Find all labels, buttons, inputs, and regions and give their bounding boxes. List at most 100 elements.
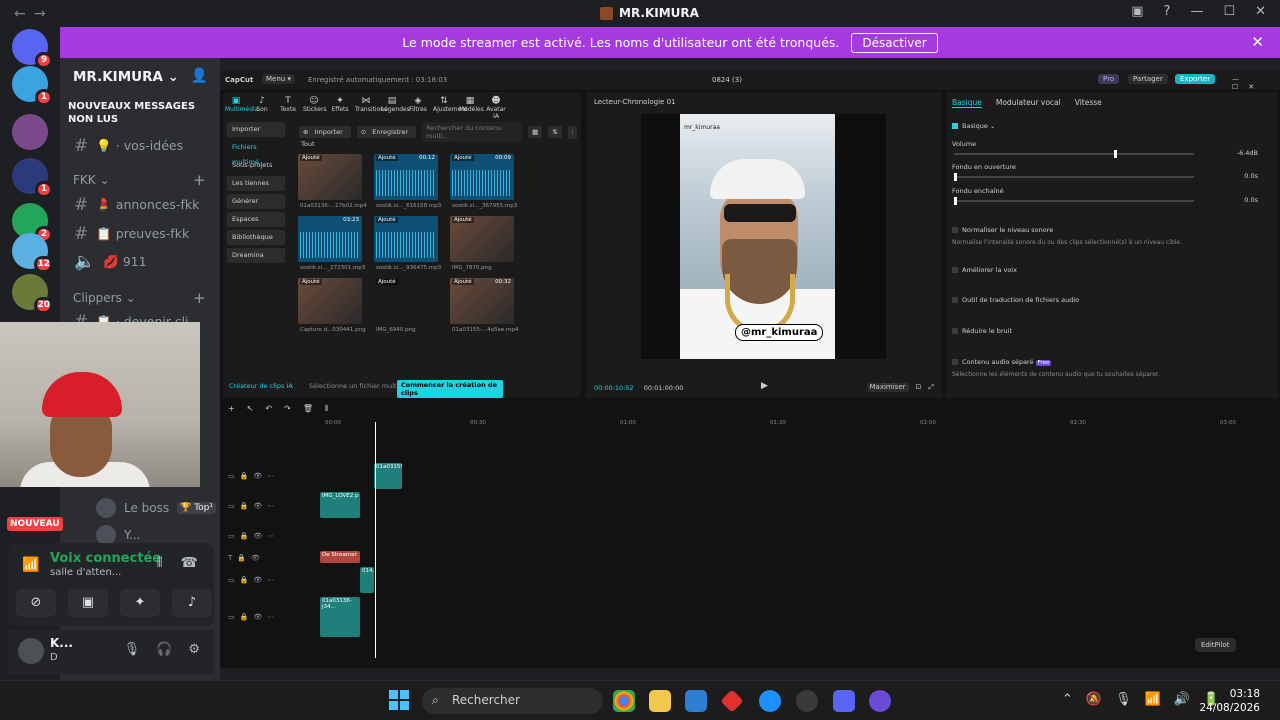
discord-icon[interactable] [833,690,855,712]
media-item[interactable]: Ajouté [298,154,362,200]
nav-media-files[interactable]: Fichiers multimé... [227,140,285,166]
nav-import[interactable]: Importer [227,122,285,137]
gear-icon[interactable]: ⚙ [188,642,200,657]
microphone-icon[interactable]: 🎙 [1115,692,1132,707]
normalize-option[interactable]: Normaliser le niveau sonore [952,226,1053,234]
forward-button[interactable]: → [34,6,54,22]
timeline-clip[interactable]: 01a03136-j34... [320,597,360,637]
checkbox[interactable] [952,359,958,365]
media-item[interactable]: Ajouté [450,216,514,262]
media-item[interactable]: Ajouté [374,216,438,262]
close-button[interactable]: ✕ [1255,4,1266,19]
fade-out-slider[interactable] [954,197,1194,205]
undo-icon[interactable]: ↶ [265,404,272,414]
editpilot-button[interactable]: EditPilot [1195,638,1236,652]
tool-templates[interactable]: ▦ Modèles [459,94,484,116]
inbox-icon[interactable]: ▣ [1131,4,1143,19]
media-item[interactable]: Ajouté [374,278,438,324]
soundboard-button[interactable]: ♪ [172,589,212,617]
pro-button[interactable]: Pro [1098,74,1120,84]
chrome-icon[interactable] [613,690,635,712]
tab-voice-modulator[interactable]: Modulateur vocal [996,98,1061,108]
tool-stickers[interactable]: ☺ Stickers [303,94,327,116]
fit-icon[interactable]: ⊡ [916,383,922,392]
server-icon[interactable] [12,114,48,150]
timeline-clip[interactable]: 01a03155... [374,463,402,489]
all-filter[interactable]: Tout [301,140,315,148]
track-controls[interactable]: ▭🔒👁⋯ [228,576,279,584]
slider-knob[interactable] [954,197,957,205]
store-icon[interactable] [685,690,707,712]
delete-icon[interactable]: 🗑 [303,404,313,414]
tool-avatar[interactable]: ☻ Avatar IA [485,94,507,120]
tool-filters[interactable]: ◈ Filtres [407,94,429,116]
checkbox[interactable] [952,328,958,334]
media-item[interactable]: 03:23 [298,216,362,262]
basic-section[interactable]: Basique ⌄ [952,122,995,130]
channel-911[interactable]: 🔈 💋 911 [74,252,147,272]
server-icon[interactable]: 1 [12,158,53,198]
notifications-off-icon[interactable]: 🔕 [1086,692,1102,707]
timeline-clip[interactable]: 014... [360,567,374,593]
maximize-button[interactable]: ☐ [1223,4,1235,19]
slider-knob[interactable] [1114,150,1117,158]
help-icon[interactable] [759,690,781,712]
clip-select[interactable]: Sélectionne un fichier multi... [309,382,405,390]
app-icon[interactable] [720,689,744,713]
server-icon[interactable]: 20 [12,274,53,314]
tool-sound[interactable]: ♪ Son [251,94,273,116]
add-channel-icon[interactable]: + [193,171,206,189]
media-search-input[interactable]: Rechercher du contenu multi... [422,122,523,142]
tool-media[interactable]: ▣ Multimédia [225,94,258,116]
redo-icon[interactable]: ↷ [284,404,291,414]
tab-basic[interactable]: Basique [952,98,982,108]
separate-audio-option[interactable]: Contenu audio séparé Free [952,358,1052,366]
play-icon[interactable]: ▶ [761,381,768,391]
media-item[interactable]: Ajouté 00:12 [374,154,438,200]
category-clippers[interactable]: Clippers ⌄ + [73,289,206,307]
fullscreen-icon[interactable]: ⤢ [928,383,934,392]
activities-icon[interactable]: ✦ [120,589,160,617]
voice-channel[interactable]: salle d'atten... [50,567,121,578]
add-icon[interactable]: + [228,404,235,414]
checkbox[interactable] [952,227,958,233]
member-boss[interactable]: Le boss 🏆 Top¹ [96,498,217,518]
checkbox[interactable] [952,123,958,129]
screen-share-icon[interactable]: ▣ [68,589,108,617]
filter-icon[interactable]: ⫶ [567,125,578,139]
nav-library[interactable]: Bibliothèque [227,230,285,245]
ai-clip-creator[interactable]: Créateur de clips IA [229,382,293,390]
playhead[interactable] [375,422,376,658]
start-clips-button[interactable]: Commencer la création de clips [397,380,503,398]
track-controls[interactable]: ▭🔒👁⋯ [228,472,279,480]
track-controls[interactable]: ▭🔒👁⋯ [228,502,279,510]
sort-icon[interactable]: ⇅ [548,126,562,138]
volume-icon[interactable]: 🔊 [1174,692,1190,707]
select-icon[interactable]: ↖ [247,404,254,414]
video-preview[interactable]: mr_kimuraa @mr_kimuraa [680,114,835,359]
tool-adjust[interactable]: ⇅ Ajustement [433,94,467,116]
checkbox[interactable] [952,297,958,303]
server-icon[interactable]: 1 [12,66,53,106]
taskbar-search[interactable]: ⌕ Rechercher [422,688,603,714]
category-fkk[interactable]: FKK ⌄ + [73,171,206,189]
fade-out-value[interactable]: 0.0s [1244,196,1258,204]
tab-speed[interactable]: Vitesse [1075,98,1102,108]
server-name[interactable]: MR.KIMURA ⌄ [73,69,179,85]
channel-ideas[interactable]: # 💡 · vos-idées [74,136,183,156]
help-icon[interactable]: ? [1164,4,1171,19]
media-item[interactable]: Ajouté [298,278,362,324]
close-icon[interactable]: ✕ [1251,33,1264,51]
minimize-button[interactable]: — [1190,4,1203,19]
translate-option[interactable]: Outil de traduction de fichiers audio [952,296,1079,304]
track-controls[interactable]: ▭🔒👁⋯ [228,532,279,540]
view-icon[interactable]: ▦ [528,126,543,138]
fade-in-value[interactable]: 0.0s [1244,172,1258,180]
volume-value[interactable]: -6.4dB [1237,149,1258,157]
add-channel-icon[interactable]: + [193,289,206,307]
reduce-noise-option[interactable]: Réduire le bruit [952,327,1012,335]
nav-spaces[interactable]: Espaces [227,212,285,227]
split-icon[interactable]: ⫴ [325,404,328,414]
file-explorer-icon[interactable] [649,690,671,712]
window-controls[interactable]: —☐✕ [1232,75,1280,91]
